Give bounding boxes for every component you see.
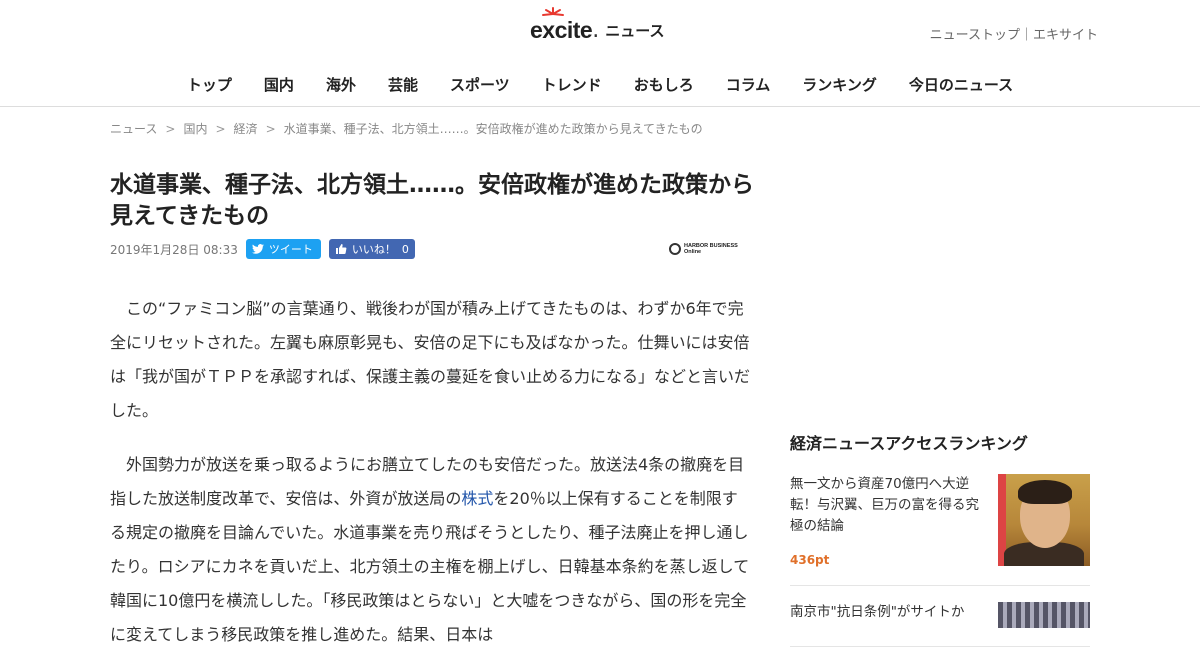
nav-item-overseas[interactable]: 海外 [310,70,372,100]
top-links: ニューストップ｜エキサイト [930,24,1098,43]
excite-link[interactable]: エキサイト [1033,28,1098,43]
source-logo-line2: Online [684,249,702,255]
article-paragraph: 外国勢力が放送を乗っ取るようにお膳立てしたのも安倍だった。放送法4条の撤廃を目指… [110,448,750,652]
economy-ranking: 経済ニュースアクセスランキング 無一文から資産70億円へ大逆転！与沢翼、巨万の富… [790,430,1090,663]
breadcrumb-separator: > [215,122,226,136]
nav-item-trend[interactable]: トレンド [526,70,618,100]
stock-keyword-link[interactable]: 株式 [461,489,493,508]
breadcrumb-news[interactable]: ニュース [110,122,157,136]
article-meta: 2019年1月28日 08:33 ツイート いいね！ 0 [110,239,415,259]
article-paragraph: この“ファミコン脳”の言葉通り、戦後わが国が積み上げてきたものは、わずか6年で完… [110,299,751,420]
ranking-item[interactable]: 南京市"抗日条例"がサイトか [790,602,1090,647]
harbor-business-online-logo[interactable]: HARBOR BUSINESS Online [669,240,750,258]
ranking-item-title[interactable]: 南京市"抗日条例"がサイトか [790,602,980,623]
breadcrumb: ニュース > 国内 > 経済 > 水道事業、種子法、北方領土……。安倍政権が進めた政策から見… [110,120,703,137]
nav-item-ranking[interactable]: ランキング [786,70,893,100]
nav-item-fun[interactable]: おもしろ [618,70,710,100]
paragraph-text: を20％以上保有することを制限する規定の撤廃を目論んでいた。水道事業を売り飛ばそ… [110,489,750,644]
nav-item-column[interactable]: コラム [710,70,787,100]
logo-dot: . [592,17,600,43]
article-title: 水道事業、種子法、北方領土……。安倍政権が進めた政策から見えてきたもの [110,172,754,229]
main-nav: トップ 国内 海外 芸能 スポーツ トレンド おもしろ コラム ランキング 今日… [0,70,1200,100]
ranking-item-thumbnail[interactable] [998,474,1090,566]
like-button[interactable]: いいね！ 0 [328,239,415,259]
news-top-link[interactable]: ニューストップ [930,28,1020,43]
breadcrumb-current: 水道事業、種子法、北方領土……。安倍政権が進めた政策から見えてきたもの [283,122,703,136]
article-body: この“ファミコン脳”の言葉通り、戦後わが国が積み上げてきたものは、わずか6年で完… [110,292,750,672]
ranking-heading: 経済ニュースアクセスランキング [790,434,1028,453]
ranking-item[interactable]: 無一文から資産70億円へ大逆転！与沢翼、巨万の富を得る究極の結論 436pt [790,474,1090,586]
nav-item-sports[interactable]: スポーツ [434,70,526,100]
article-date: 2019年1月28日 08:33 [110,242,238,257]
breadcrumb-economy[interactable]: 経済 [234,122,258,136]
breadcrumb-domestic[interactable]: 国内 [183,122,207,136]
ranking-item-thumbnail[interactable] [998,602,1090,628]
tweet-button[interactable]: ツイート [245,239,321,259]
harbor-logo-mark-icon [669,243,681,255]
thumbs-up-icon [335,244,347,254]
nav-item-domestic[interactable]: 国内 [248,70,310,100]
section-name: ニュース [605,21,665,40]
tweet-label: ツイート [268,243,313,256]
ranking-item-points: 436pt [790,553,830,567]
nav-item-entertainment[interactable]: 芸能 [372,70,434,100]
excite-news-logo[interactable]: excite . ニュース [530,6,665,46]
excite-logo: excite [530,6,593,44]
like-count: 0 [401,242,409,256]
source-logo-text: HARBOR BUSINESS Online [684,243,738,255]
like-label: いいね！ [351,243,396,256]
breadcrumb-separator: > [165,122,176,136]
nav-item-top[interactable]: トップ [171,70,248,100]
ranking-item-title[interactable]: 無一文から資産70億円へ大逆転！与沢翼、巨万の富を得る究極の結論 [790,474,980,537]
twitter-bird-icon [251,244,264,254]
site-header: excite . ニュース ニューストップ｜エキサイト トップ 国内 海外 芸能… [0,0,1200,107]
breadcrumb-separator: > [265,122,276,136]
spark-icon [542,6,564,16]
top-links-separator: ｜ [1019,28,1033,43]
nav-item-today[interactable]: 今日のニュース [893,70,1029,100]
